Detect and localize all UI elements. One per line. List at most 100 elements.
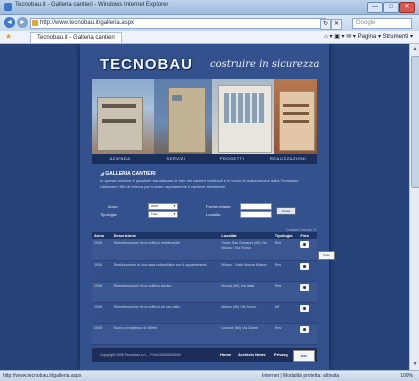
search-filters: Anno: 2008 ▼ Tipologia: Tutte ▼ Parola chi… [100, 202, 310, 226]
cell-localita: Sesto San Giovanni (MI) Via Milano / Via… [219, 239, 273, 261]
table-row: 2008 Realizzazione di una casa unifamili… [92, 260, 317, 282]
camera-icon[interactable] [300, 283, 310, 291]
cell-localita: Milano - Viale Monza Milano [219, 260, 273, 282]
column-header-anno[interactable]: Anno [92, 232, 112, 239]
scroll-thumb[interactable] [411, 56, 419, 188]
header-photo-strip [92, 79, 317, 154]
building-photo-4 [274, 79, 317, 154]
camera-icon[interactable] [300, 325, 310, 333]
cell-localita: Lissone (MI) Via Dante [219, 323, 273, 345]
localita-input[interactable] [240, 211, 272, 218]
page-viewport: TECNOBAU costruire in sicurezza AZIENDA … [0, 44, 409, 370]
chevron-down-icon: ▼ [173, 212, 176, 216]
search-button[interactable]: Cerca [276, 207, 296, 215]
anno-select[interactable]: 2008 ▼ [148, 203, 178, 210]
stop-button[interactable]: ✕ [331, 19, 342, 30]
cell-descrizione: Ristrutturazione di un edificio ad uso u… [111, 302, 220, 324]
cell-foto [298, 239, 317, 261]
cell-descrizione: Nuovo complesso di villette [111, 323, 220, 345]
back-button[interactable]: ◄ [4, 17, 15, 28]
url-field[interactable]: http://www.tecnobau.it/galleria.aspx [30, 18, 326, 29]
anno-label: Anno: [108, 204, 119, 209]
table-row: 2008 Ristrutturazione di un edificio sto… [92, 281, 317, 303]
close-window-button[interactable]: ✕ [399, 2, 415, 13]
photo-tooltip: Foto [318, 251, 335, 260]
minimize-button[interactable]: — [367, 2, 383, 13]
page-icon [32, 20, 38, 26]
cell-tipologia: Res [272, 323, 299, 345]
command-bar-tools[interactable]: ⌂ ▾ ▣ ▾ ✉ ▾ Pagina ▾ Strumenti ▾ [324, 32, 413, 42]
building-photo-1 [92, 79, 154, 154]
section-title: ◢ GALLERIA CANTIERI [100, 171, 156, 177]
footer-link-privacy[interactable]: Privacy [274, 352, 288, 357]
footer-link-archivio[interactable]: Archivio News [238, 352, 266, 357]
cell-foto [298, 260, 317, 282]
camera-icon[interactable] [300, 304, 310, 312]
cell-foto [298, 302, 317, 324]
cell-tipologia: Res [272, 239, 299, 261]
search-input[interactable]: Google [352, 18, 412, 29]
cell-localita: Monza (MI) Via Italia [219, 281, 273, 303]
camera-icon[interactable] [300, 241, 310, 248]
column-header-tipologia[interactable]: Tipologia [272, 232, 299, 239]
tipologia-label: Tipologia: [100, 212, 118, 217]
localita-label: Località: [206, 212, 221, 217]
ie-app-icon [4, 3, 12, 11]
intro-text: In questa sezione è possibile visualizza… [100, 178, 299, 189]
cell-descrizione: Ristrutturazione di un edificio residenz… [111, 239, 220, 261]
section-title-text: GALLERIA CANTIERI [105, 171, 156, 177]
tipologia-select[interactable]: Tutte ▼ [148, 211, 178, 218]
building-photo-3 [212, 79, 274, 154]
cell-descrizione: Realizzazione di una casa unifamiliare c… [111, 260, 220, 282]
menu-item-azienda[interactable]: AZIENDA [92, 154, 148, 164]
column-header-descrizione[interactable]: Descrizione [111, 232, 220, 239]
forward-button[interactable]: ► [17, 17, 28, 28]
status-bar: http://www.tecnobau.it/galleria.aspx Int… [0, 370, 419, 381]
menu-item-progetti[interactable]: PROGETTI [204, 154, 260, 164]
favorites-bar: ★ Tecnobau.it - Galleria cantieri ⌂ ▾ ▣ … [0, 31, 419, 44]
site-footer: Copyright 2008 Tecnobau s.r.l. - P.IVA 0… [92, 348, 317, 362]
vertical-scrollbar[interactable]: ▲ ▼ [409, 44, 419, 370]
cell-localita: Milano (MI) Via Torino [219, 302, 273, 324]
cell-anno: 2008 [92, 281, 112, 303]
favorites-star-icon[interactable]: ★ [5, 32, 12, 42]
cell-anno: 2008 [92, 323, 112, 345]
scroll-down-icon[interactable]: ▼ [411, 360, 419, 368]
refresh-button[interactable]: ↻ [320, 19, 331, 30]
table-row: 2008 Ristrutturazione di un edificio ad … [92, 302, 317, 324]
keyword-label: Parola chiave: [206, 204, 232, 209]
cell-anno: 2008 [92, 302, 112, 324]
address-bar: ◄ ► http://www.tecnobau.it/galleria.aspx… [0, 15, 419, 31]
cell-descrizione: Ristrutturazione di un edificio storico [111, 281, 220, 303]
cell-tipologia: Res [272, 260, 299, 282]
window-titlebar: Tecnobau.it - Galleria cantieri - Window… [0, 0, 419, 15]
menu-item-servizi[interactable]: SERVIZI [148, 154, 204, 164]
site-logo[interactable]: TECNOBAU [100, 56, 193, 73]
table-row: 2008 Ristrutturazione di un edificio res… [92, 239, 317, 261]
menu-item-realizzazioni[interactable]: REALIZZAZIONI [260, 154, 316, 164]
scroll-up-icon[interactable]: ▲ [411, 45, 419, 53]
results-table: Anno Descrizione Località Tipologia Foto… [92, 232, 317, 345]
column-header-localita[interactable]: Località [219, 232, 273, 239]
cell-anno: 2008 [92, 239, 112, 261]
w3c-badge[interactable]: W3C [293, 350, 315, 362]
browser-tab[interactable]: Tecnobau.it - Galleria cantieri [30, 32, 122, 43]
cell-tipologia: Res [272, 281, 299, 303]
window-title: Tecnobau.it - Galleria cantieri - Window… [15, 2, 169, 8]
site-header: TECNOBAU costruire in sicurezza [80, 44, 329, 78]
cell-foto [298, 281, 317, 303]
cell-anno: 2008 [92, 260, 112, 282]
column-header-foto: Foto [298, 232, 317, 239]
building-photo-2 [154, 79, 212, 154]
table-row: 2008 Nuovo complesso di villette Lissone… [92, 323, 317, 345]
cell-foto [298, 323, 317, 345]
maximize-button[interactable]: □ [383, 2, 399, 13]
camera-icon[interactable] [300, 262, 310, 270]
table-header-row: Anno Descrizione Località Tipologia Foto [92, 232, 317, 239]
site-page: TECNOBAU costruire in sicurezza AZIENDA … [80, 44, 335, 370]
cell-tipologia: Uff [272, 302, 299, 324]
footer-link-home[interactable]: Home [220, 352, 231, 357]
copyright-text: Copyright 2008 Tecnobau s.r.l. - P.IVA 0… [100, 353, 181, 357]
chevron-down-icon: ▼ [173, 204, 176, 208]
keyword-input[interactable] [240, 203, 272, 210]
